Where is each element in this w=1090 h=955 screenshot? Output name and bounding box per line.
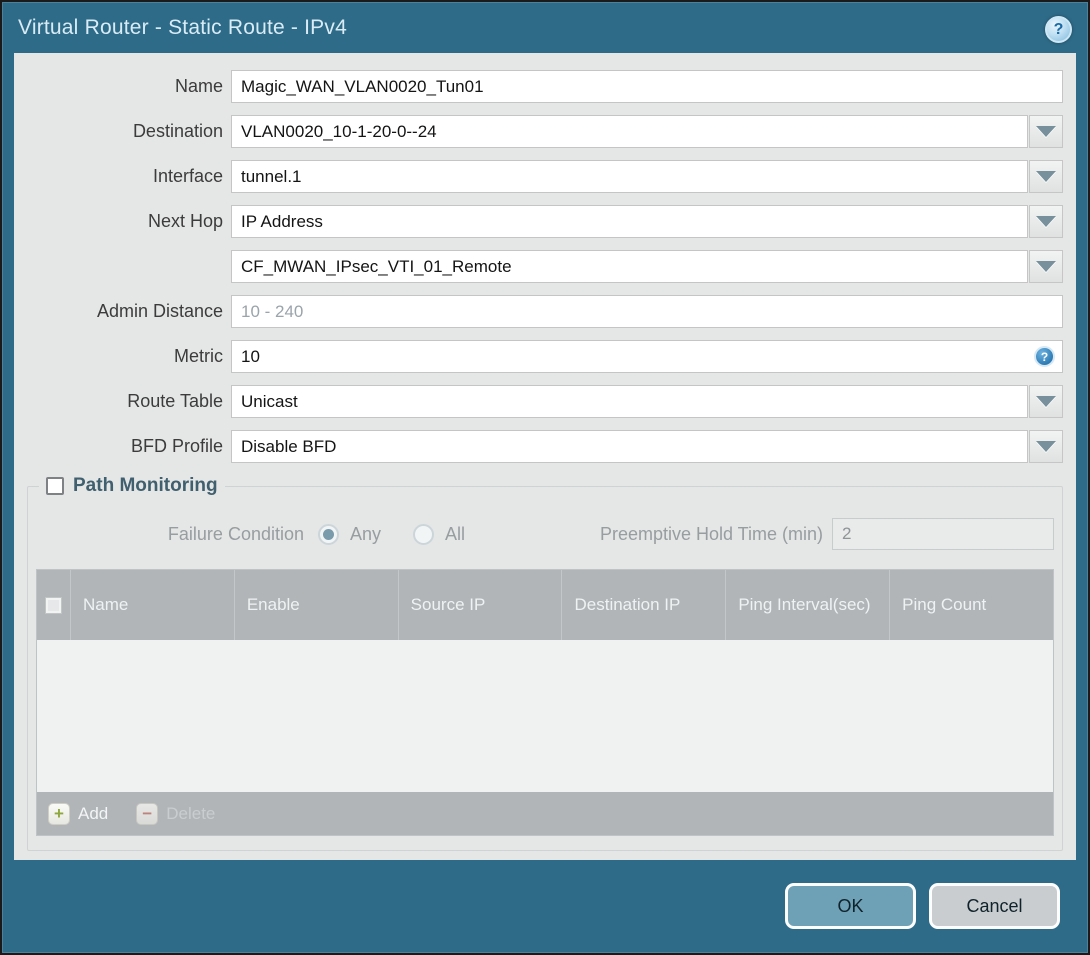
admin-distance-row: Admin Distance [27, 295, 1063, 328]
failure-condition-label: Failure Condition [167, 523, 304, 544]
preemptive-hold-time-input[interactable] [832, 518, 1054, 550]
destination-dropdown-button[interactable] [1029, 115, 1063, 148]
static-route-dialog: Virtual Router - Static Route - IPv4 ? N… [2, 2, 1088, 953]
path-monitoring-table: Name Enable Source IP Destination IP Pin… [36, 569, 1054, 836]
route-table-input[interactable] [231, 385, 1028, 418]
destination-input[interactable] [231, 115, 1028, 148]
bfd-profile-dropdown-button[interactable] [1029, 430, 1063, 463]
column-header-ping-count[interactable]: Ping Count [890, 570, 1053, 640]
chevron-down-icon [1036, 171, 1056, 182]
chevron-down-icon [1036, 441, 1056, 452]
preemptive-hold-time-label: Preemptive Hold Time (min) [599, 523, 823, 544]
path-monitoring-label: Path Monitoring [73, 475, 218, 496]
dialog-title: Virtual Router - Static Route - IPv4 [18, 16, 347, 39]
cancel-button[interactable]: Cancel [929, 883, 1060, 929]
route-table-label: Route Table [127, 391, 223, 411]
column-header-source-ip[interactable]: Source IP [399, 570, 563, 640]
failure-condition-option-any: Any [318, 523, 382, 545]
column-header-name[interactable]: Name [71, 570, 235, 640]
failure-condition-option-all: All [413, 523, 466, 545]
metric-label: Metric [174, 346, 223, 366]
radio-any-label: Any [350, 523, 382, 544]
column-header-enable[interactable]: Enable [235, 570, 399, 640]
failure-condition-row: Failure Condition Any All Preemptive Hol… [36, 515, 1054, 553]
admin-distance-label: Admin Distance [96, 301, 223, 321]
admin-distance-input[interactable] [231, 295, 1063, 328]
next-hop-row: Next Hop [27, 205, 1063, 238]
preemptive-hold-time-group: Preemptive Hold Time (min) [600, 518, 1054, 550]
help-icon-glyph: ? [1053, 20, 1064, 38]
metric-info-glyph: ? [1040, 349, 1049, 364]
table-header-checkbox-cell [37, 570, 71, 640]
radio-any[interactable] [318, 523, 339, 545]
chevron-down-icon [1036, 261, 1056, 272]
radio-all-label: All [445, 523, 466, 544]
table-header: Name Enable Source IP Destination IP Pin… [37, 570, 1053, 640]
interface-label: Interface [152, 166, 223, 186]
interface-row: Interface [27, 160, 1063, 193]
delete-button[interactable]: − Delete [136, 802, 216, 825]
ok-button[interactable]: OK [785, 883, 916, 929]
failure-condition-options: Any All [318, 523, 466, 545]
radio-all[interactable] [413, 523, 435, 545]
next-hop-address-row [27, 250, 1063, 283]
metric-row: Metric ? [27, 340, 1063, 373]
route-table-row: Route Table [27, 385, 1063, 418]
table-body-empty [37, 640, 1053, 792]
chevron-down-icon [1036, 126, 1056, 137]
path-monitoring-legend: Path Monitoring [39, 475, 225, 497]
destination-row: Destination [27, 115, 1063, 148]
delete-button-label: Delete [166, 803, 216, 823]
name-input[interactable] [231, 70, 1063, 103]
column-header-destination-ip[interactable]: Destination IP [562, 570, 727, 640]
bfd-profile-input[interactable] [231, 430, 1028, 463]
bfd-profile-label: BFD Profile [130, 436, 223, 456]
next-hop-type-dropdown-button[interactable] [1029, 205, 1063, 238]
next-hop-address-dropdown-button[interactable] [1029, 250, 1063, 283]
screen: Virtual Router - Static Route - IPv4 ? N… [0, 0, 1090, 955]
next-hop-address-input[interactable] [231, 250, 1028, 283]
name-label: Name [174, 76, 223, 96]
chevron-down-icon [1036, 216, 1056, 227]
dialog-title-bar: Virtual Router - Static Route - IPv4 [3, 3, 1087, 53]
add-button[interactable]: + Add [48, 802, 109, 825]
add-icon: + [48, 802, 70, 825]
chevron-down-icon [1036, 396, 1056, 407]
path-monitoring-checkbox[interactable] [46, 477, 64, 495]
metric-input[interactable] [231, 340, 1063, 373]
column-header-ping-interval[interactable]: Ping Interval(sec) [726, 570, 891, 640]
next-hop-label: Next Hop [147, 211, 223, 231]
dialog-content: Name Destination Interface [14, 53, 1076, 860]
dialog-footer: OK Cancel [3, 860, 1087, 952]
table-footer: + Add − Delete [37, 792, 1053, 835]
delete-icon: − [136, 802, 159, 825]
next-hop-type-input[interactable] [231, 205, 1028, 238]
select-all-checkbox[interactable] [45, 596, 62, 614]
interface-input[interactable] [231, 160, 1028, 193]
route-table-dropdown-button[interactable] [1029, 385, 1063, 418]
help-icon[interactable]: ? [1045, 16, 1072, 43]
name-row: Name [27, 70, 1063, 103]
destination-label: Destination [132, 121, 223, 141]
path-monitoring-section: Path Monitoring Failure Condition Any Al… [27, 475, 1063, 851]
bfd-profile-row: BFD Profile [27, 430, 1063, 463]
add-button-label: Add [78, 803, 109, 823]
interface-dropdown-button[interactable] [1029, 160, 1063, 193]
metric-info-icon[interactable]: ? [1034, 346, 1055, 367]
